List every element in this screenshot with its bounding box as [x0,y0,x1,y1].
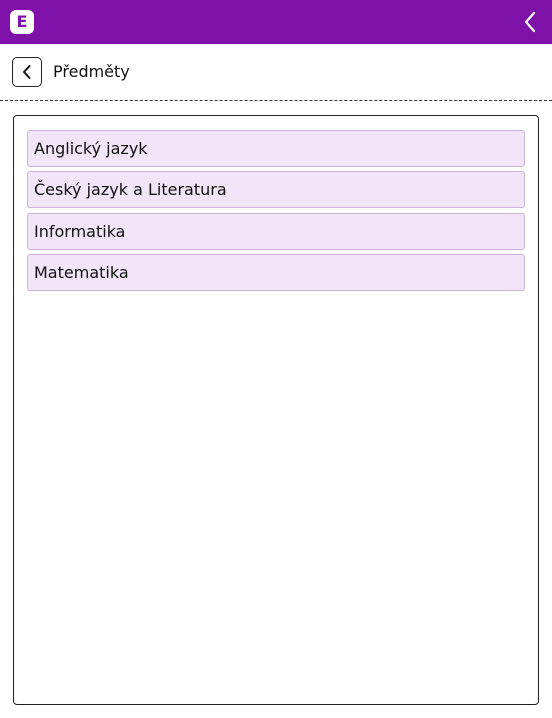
subject-label: Matematika [34,263,129,282]
subject-label: Český jazyk a Literatura [34,180,227,199]
subject-item-matematika[interactable]: Matematika [27,254,525,291]
subject-item-informatika[interactable]: Informatika [27,213,525,250]
logo-letter: E [16,12,28,31]
app-logo[interactable]: E [10,10,34,34]
subject-label: Anglický jazyk [34,139,148,158]
chevron-left-icon [23,65,31,79]
subject-item-cesky-jazyk[interactable]: Český jazyk a Literatura [27,171,525,208]
subjects-panel: Anglický jazyk Český jazyk a Literatura … [13,115,539,705]
page-title: Předměty [53,62,130,81]
subject-label: Informatika [34,222,126,241]
back-button[interactable] [12,57,42,87]
subject-item-anglicky-jazyk[interactable]: Anglický jazyk [27,130,525,167]
top-bar: E [0,0,552,44]
collapse-sidebar-button[interactable] [518,10,542,34]
chevron-left-icon [524,11,536,33]
page-header: Předměty [0,44,552,101]
